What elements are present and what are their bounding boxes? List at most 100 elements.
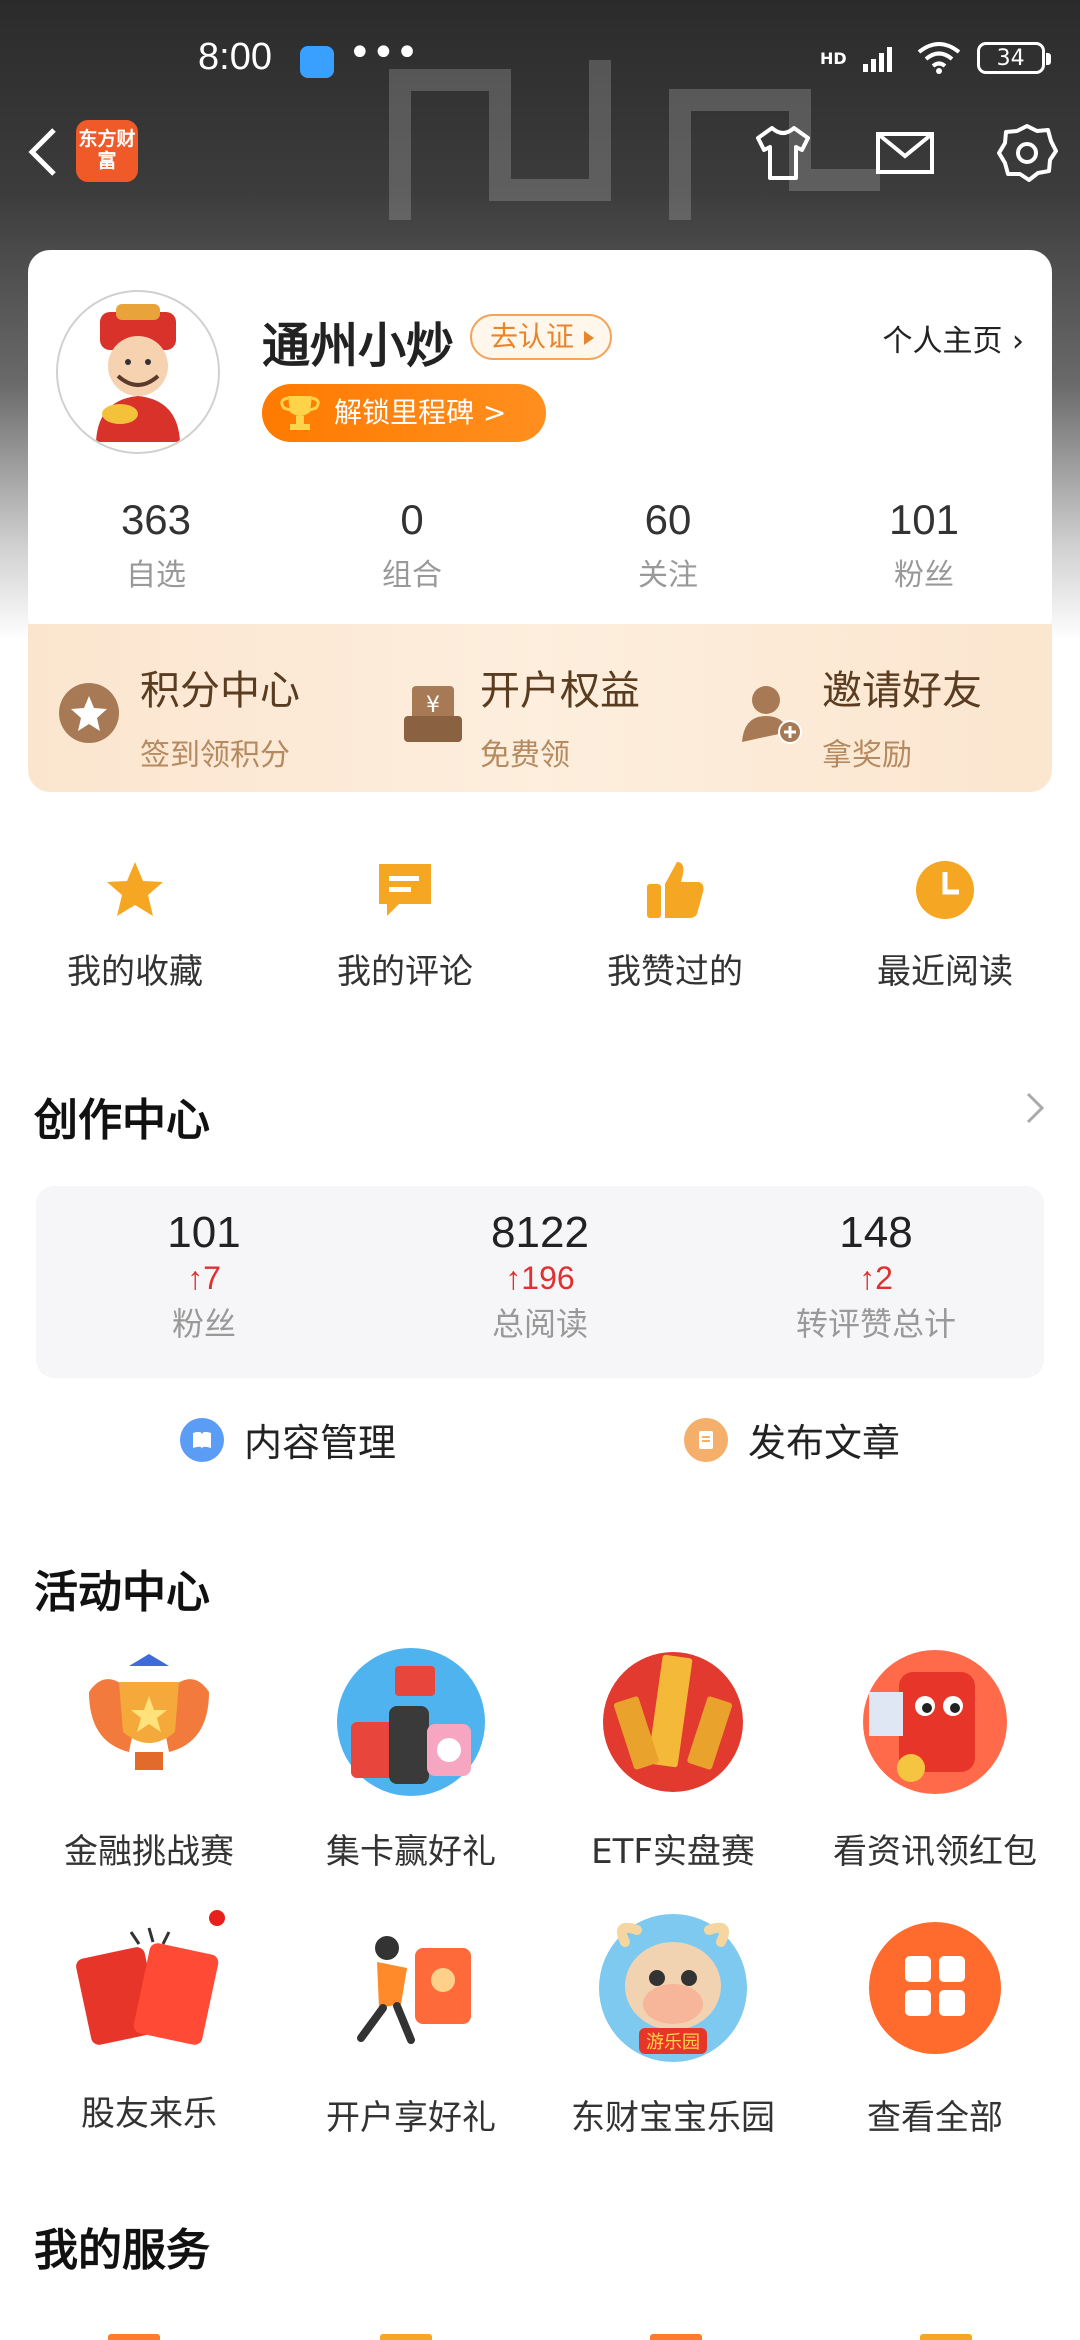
activity-label: 股友来乐: [81, 2094, 217, 2134]
quick-link-label: 我赞过的: [607, 952, 743, 992]
signal-icon: [862, 47, 892, 72]
creator-stat-reads[interactable]: 8122 ↑196 总阅读: [372, 1186, 708, 1378]
benefit-subtitle: 免费领: [480, 738, 570, 773]
creator-stat-engagement[interactable]: 148 ↑2 转评赞总计: [708, 1186, 1044, 1378]
wifi-icon: [917, 42, 960, 74]
services-icons-peek: [0, 2326, 1080, 2340]
stat-value: 60: [644, 496, 692, 543]
creator-stats: 101 ↑7 粉丝 8122 ↑196 总阅读 148 ↑2 转评赞总计: [36, 1186, 1044, 1378]
stock-friends-fun[interactable]: 股友来乐: [18, 1908, 280, 2139]
avatar-caishen-icon: [96, 304, 180, 442]
stat-value: 0: [400, 496, 424, 543]
verify-button[interactable]: 去认证: [470, 314, 613, 360]
stat-following[interactable]: 60 关注: [540, 496, 796, 616]
publish-article-button[interactable]: 发布文章: [684, 1412, 900, 1467]
gold-bars-icon: [603, 1652, 743, 1792]
avatar[interactable]: [56, 290, 220, 454]
red-envelopes-image: [69, 1908, 229, 2068]
stat-portfolio[interactable]: 0 组合: [284, 496, 540, 616]
creator-stat-delta: ↑2: [859, 1260, 893, 1296]
stat-followers[interactable]: 101 粉丝: [796, 496, 1052, 616]
notification-dot: [209, 1910, 225, 1926]
creator-stat-value: 8122: [491, 1208, 589, 1257]
read-news-red-packet[interactable]: 看资讯领红包: [804, 1642, 1066, 1873]
invite-friends[interactable]: 邀请好友 拿奖励: [822, 658, 982, 774]
points-center[interactable]: 积分中心 签到领积分: [140, 658, 300, 774]
milestone-label: 解锁里程碑 >: [334, 396, 507, 429]
creator-actions: 内容管理 发布文章: [0, 1412, 1080, 1482]
my-likes[interactable]: 我赞过的: [540, 840, 810, 1000]
quick-link-label: 我的收藏: [67, 952, 203, 992]
profile-card: 通州小炒 去认证 个人主页 › 解锁里程碑 > 363 自选 0 组合 60 关…: [28, 250, 1052, 638]
app-logo: 东方财富: [76, 120, 138, 182]
clock-icon: [916, 861, 974, 919]
comment-icon: [379, 864, 431, 916]
unlock-milestone-button[interactable]: 解锁里程碑 >: [262, 384, 546, 442]
star-icon: [107, 862, 163, 916]
personal-homepage-link[interactable]: 个人主页 ›: [882, 316, 1024, 360]
recent-reading[interactable]: 最近阅读: [810, 840, 1080, 1000]
my-comments[interactable]: 我的评论: [270, 840, 540, 1000]
profile-stats: 363 自选 0 组合 60 关注 101 粉丝: [28, 496, 1052, 616]
settings-gear-icon[interactable]: [994, 120, 1060, 186]
activity-center-title: 活动中心: [34, 1567, 210, 1618]
activity-label: 金融挑战赛: [64, 1832, 234, 1872]
more-notifications-icon: •••: [348, 30, 419, 76]
benefit-title: 积分中心: [140, 668, 300, 714]
star-badge-icon: [59, 683, 119, 743]
top-navigation: 东方财富: [0, 110, 1080, 210]
park-badge-text: 游乐园: [646, 2032, 700, 2053]
my-favorites[interactable]: 我的收藏: [0, 840, 270, 1000]
creator-stat-delta: ↑7: [187, 1260, 221, 1296]
trophy-icon: [280, 396, 320, 430]
grid-apps-icon: [869, 1922, 1001, 2054]
creator-stat-label: 粉丝: [171, 1305, 236, 1343]
baby-park[interactable]: 游乐园 东财宝宝乐园: [542, 1908, 804, 2139]
activity-label: 集卡赢好礼: [326, 1832, 496, 1872]
activity-label: 查看全部: [867, 2098, 1003, 2138]
service-icon[interactable]: [920, 2334, 972, 2340]
my-services-title: 我的服务: [34, 2225, 210, 2276]
action-label: 内容管理: [244, 1421, 397, 1465]
creator-stat-followers[interactable]: 101 ↑7 粉丝: [36, 1186, 372, 1378]
service-icon[interactable]: [650, 2334, 702, 2340]
network-label: HD: [820, 48, 847, 68]
stat-label: 组合: [382, 558, 442, 593]
gadgets-prize-icon: [337, 1648, 485, 1796]
service-icon[interactable]: [108, 2334, 160, 2340]
content-management-button[interactable]: 内容管理: [180, 1412, 396, 1467]
open-account-gift[interactable]: 开户享好礼: [280, 1908, 542, 2139]
skin-shirt-icon[interactable]: [750, 120, 816, 186]
benefit-subtitle: 签到领积分: [140, 738, 290, 773]
stat-label: 粉丝: [894, 558, 954, 593]
chevron-right-icon[interactable]: [1020, 1088, 1050, 1128]
etf-trading-contest[interactable]: ETF实盘赛: [542, 1642, 804, 1873]
activity-row-2: 股友来乐 开户享好礼 游乐园 东财宝宝乐园 查看全部: [18, 1908, 1080, 2139]
stat-value: 363: [120, 496, 192, 543]
mail-icon[interactable]: [872, 120, 938, 186]
add-user-icon: [742, 686, 802, 744]
stat-watchlist[interactable]: 363 自选: [28, 496, 284, 616]
collect-cards[interactable]: 集卡赢好礼: [280, 1642, 542, 1873]
quick-link-label: 最近阅读: [877, 952, 1013, 992]
benefit-title: 邀请好友: [822, 668, 982, 714]
document-icon: [684, 1417, 728, 1462]
stat-label: 自选: [126, 558, 186, 593]
chevron-left-icon: [28, 128, 56, 176]
ox-mascot-icon: 游乐园: [599, 1914, 747, 2062]
status-time: 8:00: [198, 36, 272, 78]
finance-challenge[interactable]: 金融挑战赛: [18, 1642, 280, 1873]
stat-label: 关注: [638, 558, 698, 593]
benefits-bar: 积分中心 签到领积分 ¥ 开户权益 免费领 邀请好友 拿奖励: [28, 624, 1052, 792]
account-opening-benefits[interactable]: 开户权益 免费领: [480, 658, 640, 774]
creator-stat-label: 转评赞总计: [795, 1305, 956, 1343]
activity-label: 开户享好礼: [326, 2098, 496, 2138]
creator-stat-value: 148: [839, 1208, 913, 1257]
activity-label: ETF实盘赛: [591, 1832, 755, 1872]
service-icon[interactable]: [380, 2334, 432, 2340]
quick-links: 我的收藏 我的评论 我赞过的 最近阅读: [0, 840, 1080, 1000]
activity-row-1: 金融挑战赛 集卡赢好礼 ETF实盘赛 看资讯领红包: [18, 1642, 1080, 1873]
activity-label: 看资讯领红包: [833, 1832, 1037, 1872]
view-all[interactable]: 查看全部: [804, 1908, 1066, 2139]
back-button[interactable]: [22, 122, 78, 198]
